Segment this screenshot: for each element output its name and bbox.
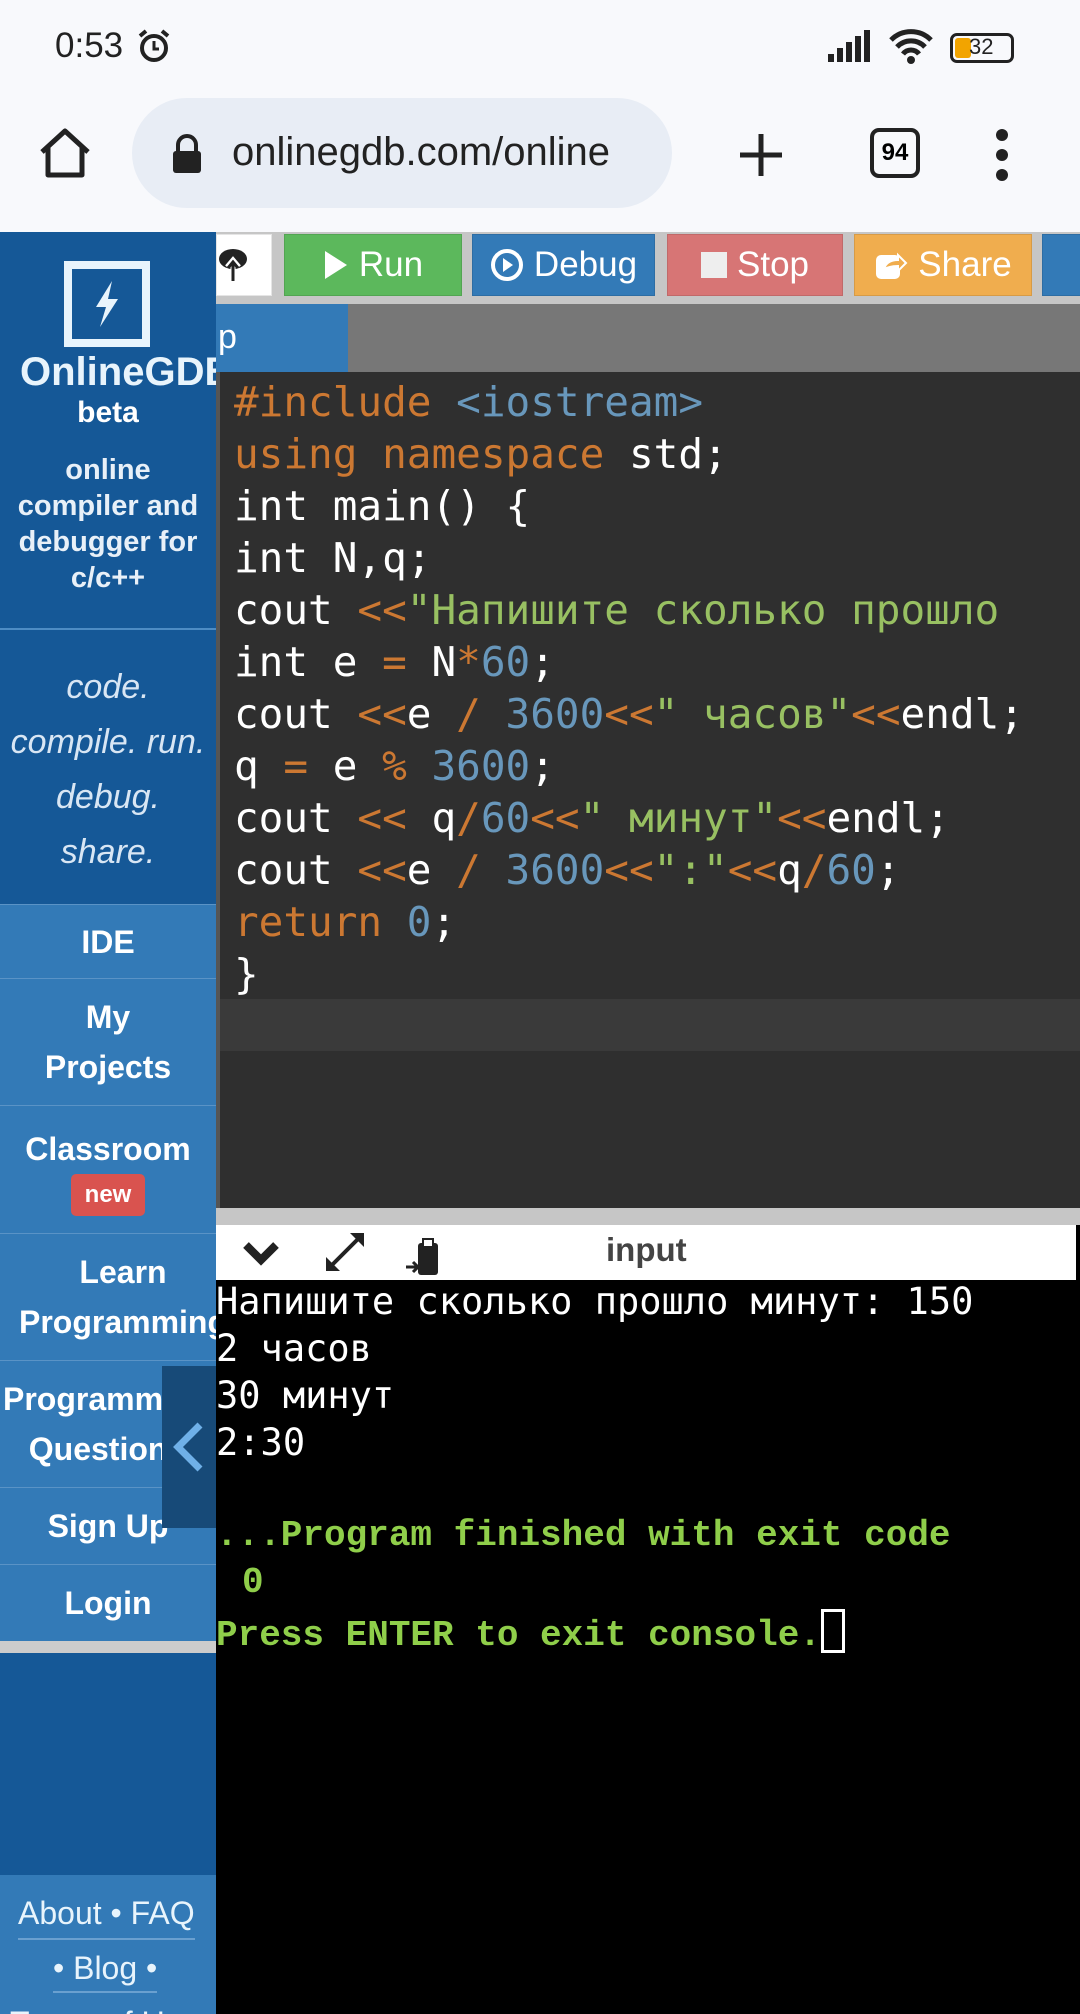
lightning-icon [96, 281, 118, 327]
console-line: 2:30 [216, 1421, 306, 1464]
debug-play-circle-icon [490, 249, 523, 281]
active-line [220, 999, 1080, 1051]
more-menu-icon[interactable] [992, 128, 1012, 182]
press-enter-text: Press ENTER to exit console. [216, 1615, 821, 1656]
chevron-left-icon [173, 1422, 203, 1472]
new-tab-icon[interactable] [738, 132, 784, 178]
console-input-label: input [606, 1231, 687, 1268]
sidebar-item-label: Learn Programming [18, 1254, 216, 1340]
divider [0, 1641, 216, 1653]
code-line: } [234, 950, 259, 998]
sidebar-item-label: IDE [81, 923, 135, 960]
expand-icon[interactable] [324, 1231, 366, 1273]
about-link[interactable]: About [18, 1895, 102, 1931]
exit-code: 0 [242, 1562, 264, 1603]
home-icon[interactable] [38, 126, 92, 180]
code-line: cout <<e / 3600<<":"<<q/60; [234, 846, 901, 894]
description-line: compiler and [17, 490, 199, 522]
stop-icon [701, 252, 727, 278]
lock-icon [173, 134, 201, 173]
code-line: return 0; [234, 898, 457, 946]
description-line: debugger for [18, 526, 198, 558]
description-line: online [65, 454, 151, 486]
tab-main-file[interactable]: p [216, 304, 348, 372]
console-header: input [216, 1225, 1076, 1280]
upload-button[interactable] [216, 234, 272, 296]
terms-link[interactable]: Terms of Use [10, 2005, 198, 2014]
wifi-icon [889, 29, 933, 64]
code-line: int e = N*60; [234, 638, 555, 686]
code-line: int main() { [234, 482, 531, 530]
press-enter-message: Press ENTER to exit console. [216, 1609, 845, 1656]
share-button[interactable]: Share [854, 234, 1032, 296]
brand-name: OnlineGDB [20, 350, 216, 394]
play-icon [324, 251, 347, 279]
finish-message: ...Program finished with exit code [216, 1515, 951, 1556]
console-line: 30 минут [216, 1374, 395, 1417]
sidebar-item-learn-programming[interactable]: Learn Programming [0, 1233, 216, 1360]
signal-icon [828, 30, 870, 62]
code-editor[interactable]: #include <iostream> using namespace std; i… [216, 372, 1080, 1208]
code-line: q = e % 3600; [234, 742, 555, 790]
stop-button[interactable]: Stop [667, 234, 843, 296]
sidebar-item-label: Classroom [25, 1130, 191, 1167]
code-line: int N,q; [234, 534, 432, 582]
sidebar-item-classroom[interactable]: Classroom new [0, 1105, 216, 1233]
code-line: cout << q/60<<" минут"<<endl; [234, 794, 950, 842]
clock: 0:53 [55, 26, 124, 65]
tagline: code. compile. run. debug. share. [0, 660, 216, 880]
sidebar-item-label: Sign Up [47, 1508, 169, 1544]
sidebar-item-login[interactable]: Login [0, 1564, 216, 1641]
sidebar: OnlineGDB beta online compiler and debug… [0, 232, 216, 2014]
beta-label: beta [77, 396, 139, 429]
tab-switcher-button[interactable]: 94 [870, 128, 920, 178]
code-line: cout <<"Напишите сколько прошло [234, 586, 1000, 634]
sidebar-footer: About • FAQ • Blog • Terms of Use [0, 1875, 216, 2014]
paste-clipboard-icon[interactable] [404, 1237, 444, 1277]
sidebar-item-label: Login [64, 1585, 152, 1621]
console-line: 2 часов [216, 1327, 372, 1370]
sidebar-item-my-projects[interactable]: My Projects [0, 978, 216, 1105]
sidebar-item-label: My Projects [44, 999, 172, 1085]
code-line: using namespace std; [234, 430, 728, 478]
tagline-line: debug. [56, 778, 160, 816]
console-line: Напишите сколько прошло минут: 150 [216, 1280, 974, 1323]
splitter[interactable] [216, 1208, 1080, 1225]
blog-link[interactable]: Blog [73, 1950, 137, 1986]
chevron-down-icon[interactable] [242, 1239, 280, 1267]
run-button[interactable]: Run [284, 234, 462, 296]
battery-level: 32 [969, 34, 994, 59]
alarm-icon [138, 29, 170, 62]
run-label: Run [358, 245, 424, 284]
collapse-sidebar-button[interactable] [162, 1366, 216, 1528]
status-bar: 0:53 32 [0, 0, 1080, 90]
more-toolbar-button[interactable] [1042, 234, 1080, 296]
battery-icon: 32 [950, 33, 1014, 63]
description-line: c/c++ [70, 562, 146, 594]
url-text[interactable]: onlinegdb.com/online [232, 130, 652, 175]
console-output[interactable]: Напишите сколько прошло минут: 150 2 час… [216, 1280, 1080, 2014]
ide-toolbar: Run Debug Stop Share [216, 232, 1080, 304]
share-label: Share [918, 245, 1012, 284]
stop-label: Stop [737, 245, 809, 284]
description: online compiler and debugger for c/c++ [0, 452, 216, 596]
file-tabs: p [216, 304, 1080, 372]
tagline-line: compile. run. [10, 723, 206, 761]
cursor [820, 1609, 845, 1653]
code-line: #include <iostream> [234, 378, 704, 426]
sidebar-item-ide[interactable]: IDE [0, 904, 216, 978]
debug-label: Debug [533, 245, 638, 284]
new-badge: new [70, 1173, 146, 1216]
tagline-line: share. [60, 833, 156, 871]
tagline-line: code. [66, 668, 150, 706]
faq-link[interactable]: FAQ [131, 1895, 195, 1931]
divider [0, 628, 216, 630]
debug-button[interactable]: Debug [472, 234, 655, 296]
cloud-upload-icon [219, 249, 247, 281]
logo[interactable] [64, 261, 150, 347]
share-icon [876, 252, 908, 279]
code-line: cout <<e / 3600<<" часов"<<endl; [234, 690, 1024, 738]
